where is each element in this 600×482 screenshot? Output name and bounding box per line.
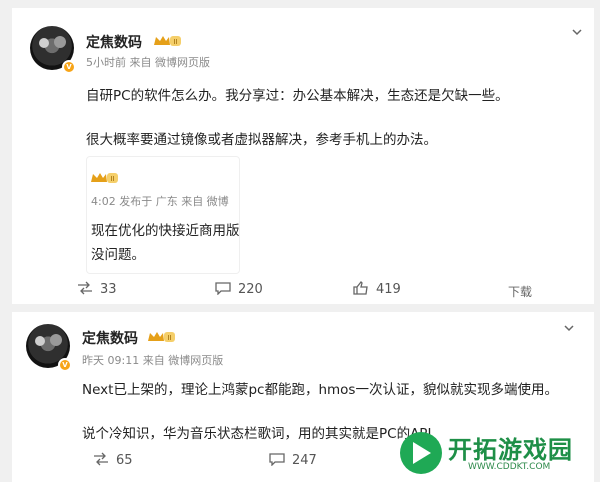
svg-text:II: II (167, 334, 171, 342)
svg-text:II: II (110, 175, 114, 183)
quoted-text-line: 没问题。 (91, 247, 145, 263)
repost-button[interactable]: 33 (76, 281, 117, 297)
repost-count: 65 (116, 453, 133, 468)
comment-button[interactable]: 247 (268, 452, 317, 468)
quoted-post[interactable]: II 4:02 发布于 广东 来自 微博 现在优化的快接近商用版 没问题。 (86, 156, 240, 274)
like-button[interactable]: 419 (352, 281, 401, 297)
watermark: 开拓游戏园 WWW.CDDKT.COM (400, 426, 590, 478)
repost-button[interactable]: 65 (92, 452, 133, 468)
post-meta: 5小时前 来自 微博网页版 (86, 56, 210, 69)
verified-badge-icon: V (62, 60, 76, 74)
post-text-line: 自研PC的软件怎么办。我分享过：办公基本解决，生态还是欠缺一些。 (86, 88, 509, 104)
quoted-meta: 4:02 发布于 广东 来自 微博 (91, 195, 229, 208)
thumbs-up-icon (353, 281, 368, 295)
author-name[interactable]: 定焦数码 (82, 328, 138, 348)
repost-icon (94, 452, 108, 466)
quoted-text-line: 现在优化的快接近商用版 (91, 223, 240, 239)
comment-icon (215, 282, 231, 295)
vip-crown-icon: II (91, 173, 118, 183)
post-card: V 定焦数码 II 5小时前 来自 微博网页版 自研PC的软件怎么办。我分享过：… (12, 8, 594, 304)
comment-button[interactable]: 220 (214, 281, 263, 297)
post-text-line: Next已上架的，理论上鸿蒙pc都能跑，hmos一次认证，貌似就实现多端使用。 (82, 382, 558, 398)
repost-count: 33 (100, 282, 117, 297)
chevron-down-icon[interactable] (562, 322, 576, 336)
comment-count: 247 (292, 453, 317, 468)
vip-crown-icon: II (148, 332, 175, 342)
watermark-logo-icon (400, 432, 442, 474)
comment-icon (269, 453, 285, 466)
vip-crown-icon: II (154, 36, 181, 46)
post-text-line: 说个冷知识，华为音乐状态栏歌词，用的其实就是PC的API (82, 426, 432, 442)
chevron-down-icon[interactable] (570, 26, 584, 40)
post-meta: 昨天 09:11 来自 微博网页版 (82, 354, 224, 367)
author-name[interactable]: 定焦数码 (86, 32, 142, 52)
download-link[interactable]: 下载 (508, 283, 532, 300)
repost-icon (78, 281, 92, 295)
post-text-line: 很大概率要通过镜像或者虚拟器解决，参考手机上的办法。 (86, 132, 437, 148)
watermark-title: 开拓游戏园 (448, 436, 573, 464)
like-count: 419 (376, 282, 401, 297)
verified-badge-icon: V (58, 358, 72, 372)
comment-count: 220 (238, 282, 263, 297)
svg-text:II: II (173, 38, 177, 46)
watermark-url: WWW.CDDKT.COM (468, 462, 551, 472)
